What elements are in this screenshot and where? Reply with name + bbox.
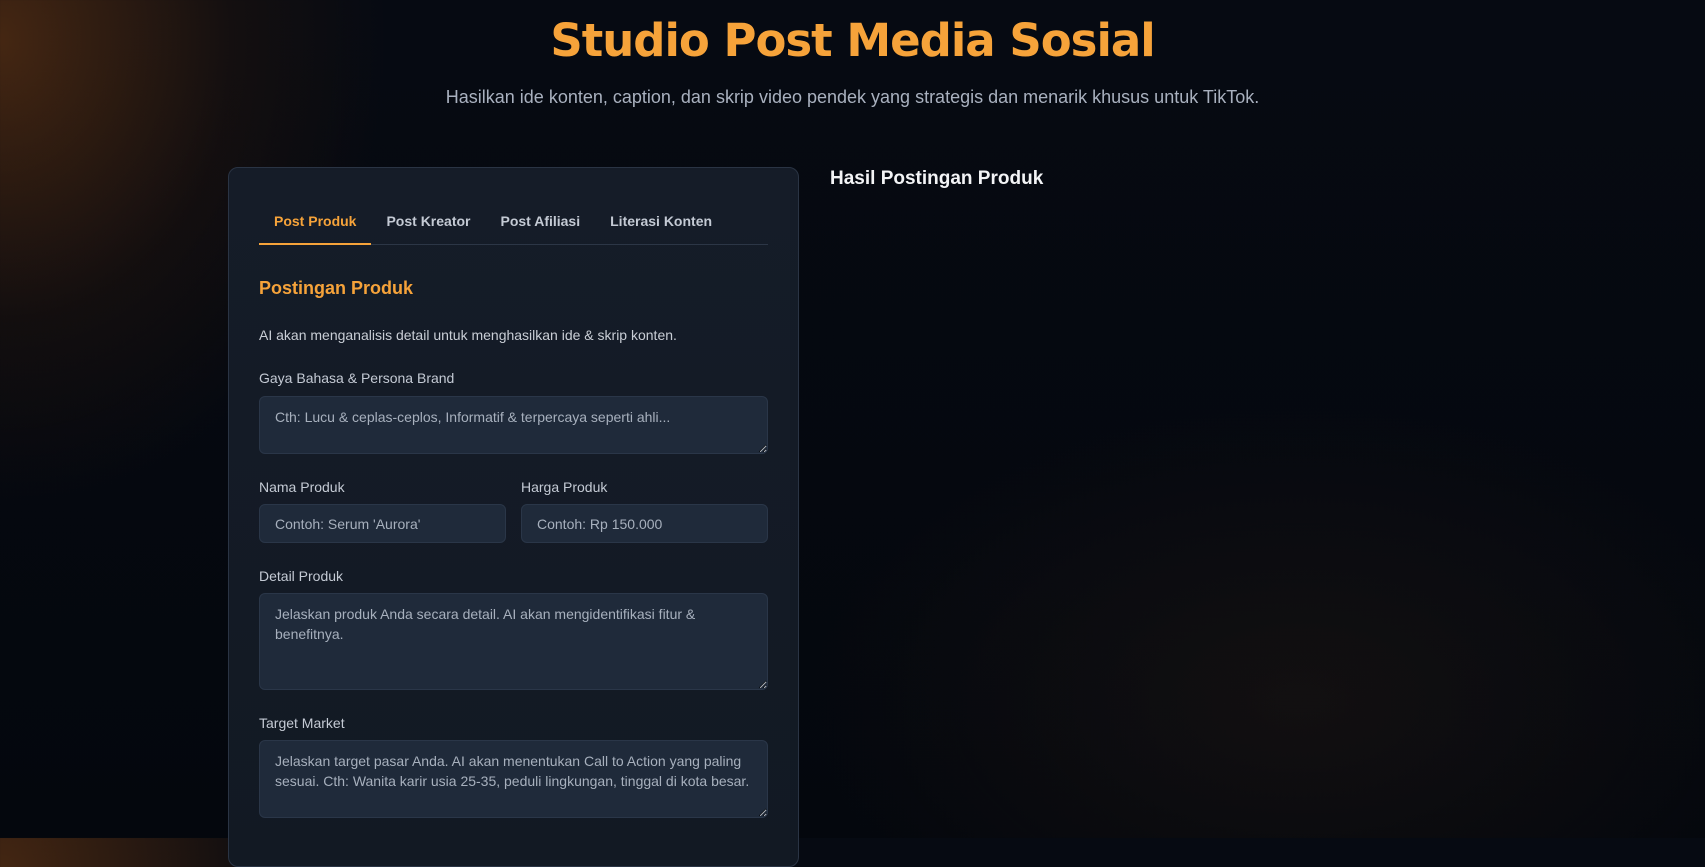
- results-title: Hasil Postingan Produk: [830, 168, 1044, 189]
- tab-post-produk[interactable]: Post Produk: [259, 198, 372, 245]
- product-price-input[interactable]: [521, 504, 768, 543]
- tab-post-kreator[interactable]: Post Kreator: [371, 198, 485, 244]
- product-name-label: Nama Produk: [259, 479, 345, 495]
- product-name-input[interactable]: [259, 504, 506, 543]
- persona-input[interactable]: [259, 396, 768, 454]
- section-description: AI akan menganalisis detail untuk mengha…: [259, 327, 677, 343]
- product-detail-label: Detail Produk: [259, 568, 344, 584]
- section-title: Postingan Produk: [259, 278, 414, 298]
- tab-bar: Post Produk Post Kreator Post Afiliasi L…: [259, 198, 768, 245]
- page-subtitle: Hasilkan ide konten, caption, dan skrip …: [445, 87, 1260, 107]
- form-card: Post Produk Post Kreator Post Afiliasi L…: [228, 167, 799, 867]
- product-price-label: Harga Produk: [521, 479, 608, 495]
- tab-literasi-konten[interactable]: Literasi Konten: [595, 198, 727, 244]
- persona-label: Gaya Bahasa & Persona Brand: [259, 370, 455, 386]
- page-title: Studio Post Media Sosial: [550, 14, 1155, 67]
- target-market-label: Target Market: [259, 715, 345, 731]
- target-market-input[interactable]: [259, 740, 768, 818]
- tab-post-afiliasi[interactable]: Post Afiliasi: [486, 198, 596, 244]
- product-detail-input[interactable]: [259, 593, 768, 690]
